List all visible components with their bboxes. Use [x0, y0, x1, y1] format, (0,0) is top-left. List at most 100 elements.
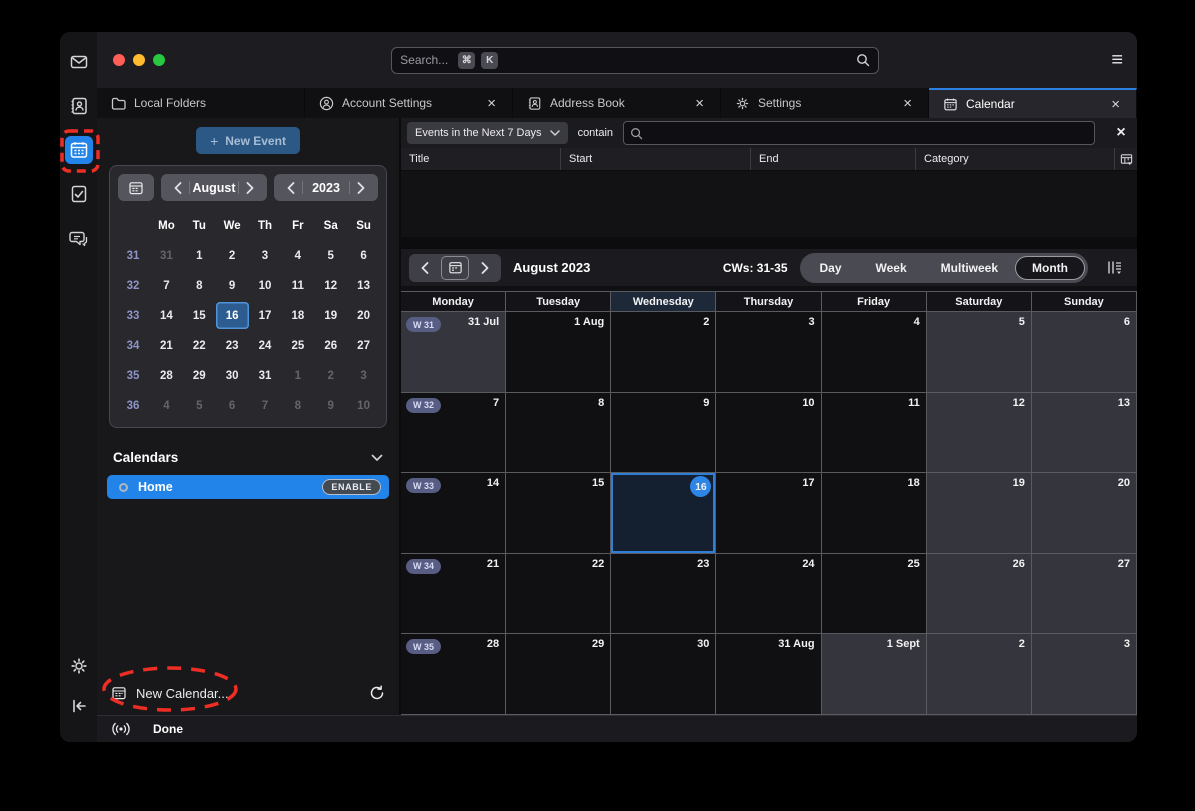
- new-event-button[interactable]: + New Event: [196, 127, 300, 154]
- minical-day[interactable]: 22: [183, 332, 216, 359]
- minical-day[interactable]: 24: [249, 332, 282, 359]
- tasks-space-button[interactable]: [65, 180, 93, 208]
- minical-day[interactable]: 26: [314, 332, 347, 359]
- minical-day[interactable]: 17: [249, 302, 282, 329]
- minical-day[interactable]: 14: [150, 302, 183, 329]
- view-mode-month[interactable]: Month: [1015, 256, 1085, 280]
- day-cell[interactable]: W 3528: [401, 634, 506, 715]
- day-cell[interactable]: 17: [716, 473, 821, 554]
- chevron-down-icon[interactable]: [371, 454, 383, 462]
- minical-day[interactable]: 8: [281, 392, 314, 419]
- minical-day[interactable]: 10: [249, 272, 282, 299]
- minical-day[interactable]: 1: [183, 242, 216, 269]
- app-menu-icon[interactable]: ≡: [1111, 50, 1123, 70]
- column-end[interactable]: End: [751, 148, 916, 170]
- minical-day[interactable]: 27: [347, 332, 380, 359]
- day-cell[interactable]: W 327: [401, 393, 506, 474]
- collapse-spaces-button[interactable]: [65, 692, 93, 720]
- previous-month-button[interactable]: [167, 182, 189, 194]
- calendar-list-item-home[interactable]: Home ENABLE: [107, 475, 389, 499]
- minical-day[interactable]: 3: [347, 362, 380, 389]
- day-cell[interactable]: 31 Aug: [716, 634, 821, 715]
- previous-period-button[interactable]: [411, 256, 439, 280]
- day-cell[interactable]: 3: [716, 312, 821, 393]
- minical-day[interactable]: 21: [150, 332, 183, 359]
- minical-day[interactable]: 13: [347, 272, 380, 299]
- day-cell[interactable]: 22: [506, 554, 611, 635]
- close-tab-icon[interactable]: ×: [485, 95, 498, 112]
- day-cell[interactable]: W 3314: [401, 473, 506, 554]
- day-cell[interactable]: 3: [1032, 634, 1137, 715]
- day-cell[interactable]: 20: [1032, 473, 1137, 554]
- zoom-window-button[interactable]: [153, 54, 165, 66]
- minical-day[interactable]: 6: [216, 392, 249, 419]
- minical-day[interactable]: 12: [314, 272, 347, 299]
- column-title[interactable]: Title: [401, 148, 561, 170]
- day-cell[interactable]: 2: [611, 312, 716, 393]
- column-start[interactable]: Start: [561, 148, 751, 170]
- minical-day[interactable]: 31: [150, 242, 183, 269]
- day-cell[interactable]: 5: [927, 312, 1032, 393]
- day-cell[interactable]: 1 Sept: [822, 634, 927, 715]
- day-cell[interactable]: 27: [1032, 554, 1137, 635]
- minical-day[interactable]: 3: [249, 242, 282, 269]
- calendar-space-button[interactable]: [65, 136, 93, 164]
- minical-day[interactable]: 7: [150, 272, 183, 299]
- minical-day[interactable]: 1: [281, 362, 314, 389]
- day-cell[interactable]: 10: [716, 393, 821, 474]
- minical-day[interactable]: 10: [347, 392, 380, 419]
- day-cell[interactable]: 30: [611, 634, 716, 715]
- column-category[interactable]: Category: [916, 148, 1115, 170]
- day-cell[interactable]: 1 Aug: [506, 312, 611, 393]
- tab-account-settings[interactable]: Account Settings ×: [305, 88, 513, 118]
- mail-space-button[interactable]: [65, 48, 93, 76]
- minical-day[interactable]: 4: [281, 242, 314, 269]
- minical-day[interactable]: 19: [314, 302, 347, 329]
- day-cell[interactable]: 25: [822, 554, 927, 635]
- enable-badge[interactable]: ENABLE: [322, 479, 381, 495]
- minical-day[interactable]: 30: [216, 362, 249, 389]
- minical-day[interactable]: 15: [183, 302, 216, 329]
- minical-today-button[interactable]: [118, 174, 154, 201]
- day-cell[interactable]: 11: [822, 393, 927, 474]
- synchronize-icon[interactable]: [369, 685, 385, 701]
- close-filter-icon[interactable]: ×: [1105, 124, 1137, 142]
- network-status-icon[interactable]: [111, 722, 131, 736]
- minical-day[interactable]: 18: [281, 302, 314, 329]
- address-book-space-button[interactable]: [65, 92, 93, 120]
- event-filter-dropdown[interactable]: Events in the Next 7 Days: [407, 122, 568, 144]
- tab-address-book[interactable]: Address Book ×: [513, 88, 721, 118]
- day-cell[interactable]: 23: [611, 554, 716, 635]
- new-calendar-button[interactable]: New Calendar...: [111, 685, 229, 701]
- day-cell[interactable]: W 3131 Jul: [401, 312, 506, 393]
- close-tab-icon[interactable]: ×: [1109, 96, 1122, 113]
- day-cell-today[interactable]: 16: [611, 473, 716, 554]
- day-cell[interactable]: 26: [927, 554, 1032, 635]
- tab-calendar[interactable]: Calendar ×: [929, 88, 1137, 118]
- today-button[interactable]: [441, 256, 469, 280]
- day-cell[interactable]: 8: [506, 393, 611, 474]
- next-year-button[interactable]: [350, 182, 372, 194]
- global-search-input[interactable]: Search... ⌘ K: [391, 47, 879, 74]
- tab-local-folders[interactable]: Local Folders: [97, 88, 305, 118]
- event-list-empty[interactable]: [401, 171, 1137, 237]
- minical-day[interactable]: 2: [314, 362, 347, 389]
- day-cell[interactable]: 19: [927, 473, 1032, 554]
- pane-splitter[interactable]: [401, 237, 1137, 249]
- minical-day[interactable]: 25: [281, 332, 314, 359]
- minical-day[interactable]: 11: [281, 272, 314, 299]
- day-cell[interactable]: 9: [611, 393, 716, 474]
- column-picker-icon[interactable]: [1115, 148, 1137, 170]
- day-cell[interactable]: 15: [506, 473, 611, 554]
- previous-year-button[interactable]: [280, 182, 302, 194]
- minical-day[interactable]: 7: [249, 392, 282, 419]
- day-cell[interactable]: 4: [822, 312, 927, 393]
- close-tab-icon[interactable]: ×: [693, 95, 706, 112]
- minical-day[interactable]: 2: [216, 242, 249, 269]
- spaces-settings-button[interactable]: [65, 652, 93, 680]
- minical-day[interactable]: 9: [216, 272, 249, 299]
- day-cell[interactable]: 24: [716, 554, 821, 635]
- minimize-window-button[interactable]: [133, 54, 145, 66]
- view-mode-week[interactable]: Week: [859, 256, 924, 280]
- minical-day[interactable]: 6: [347, 242, 380, 269]
